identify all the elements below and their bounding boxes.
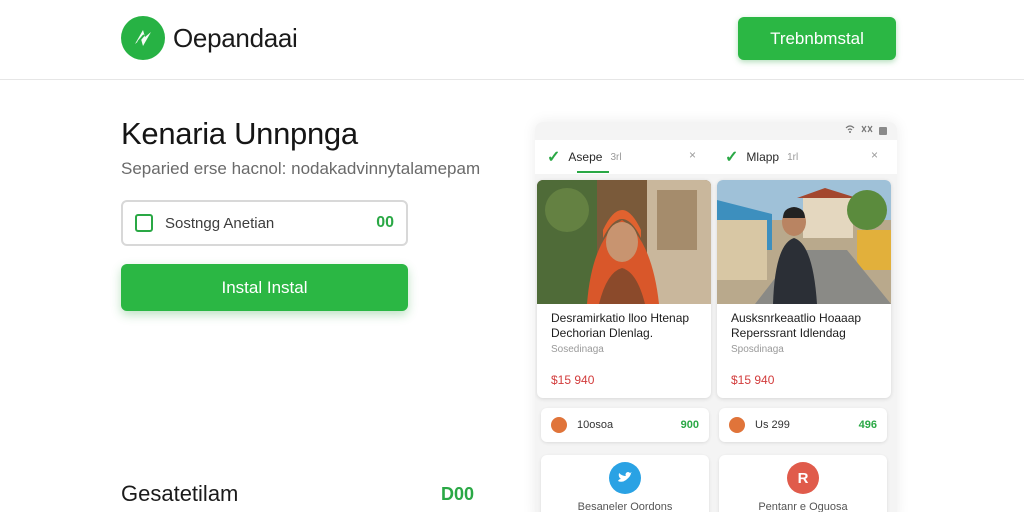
brand-logo[interactable]: Oepandaai xyxy=(121,16,298,60)
listing-title-line: Reperssrant Idlendag xyxy=(731,326,846,340)
listing-title: Ausksnrkeaatlio Hoaaap Reperssrant Idlen… xyxy=(731,311,881,341)
install-button[interactable]: Instal Instal xyxy=(121,264,408,311)
checkbox[interactable] xyxy=(135,214,153,232)
tab-asepe[interactable]: ✓ Asepe 3rl xyxy=(547,140,622,174)
listing-title-line: Dechorian Dlenlag. xyxy=(551,326,654,340)
hero-subtitle: Separied erse hacnol: nodakadvinnytalame… xyxy=(121,159,481,178)
check-icon: ✓ xyxy=(725,149,739,166)
listing-card[interactable]: Ausksnrkeaatlio Hoaaap Reperssrant Idlen… xyxy=(717,180,891,398)
close-icon[interactable]: × xyxy=(689,148,696,162)
phone-preview: ✓ Asepe 3rl × ✓ Mlapp 1rl × Desramirkati… xyxy=(535,122,897,512)
listing-price: $15 940 xyxy=(551,373,595,387)
top-header: Oepandaai Trebnbmstal xyxy=(0,0,1024,80)
tab-suffix: 3rl xyxy=(610,151,622,163)
stats-count: 496 xyxy=(858,419,877,431)
hero-title: Kenaria Unnpnga xyxy=(121,116,358,151)
social-card[interactable]: Besaneler Oordons xyxy=(541,455,709,512)
search-field-count: 00 xyxy=(376,214,394,231)
location-pin-icon xyxy=(551,417,567,433)
tab-label: Asepe xyxy=(568,150,603,164)
check-icon: ✓ xyxy=(547,149,561,166)
listing-title-line: Desramirkatio lloo Htenap xyxy=(551,311,690,325)
search-field-value: Sostngg Anetian xyxy=(165,214,275,232)
listing-photo-man xyxy=(717,180,891,304)
r-badge-icon: R xyxy=(787,462,819,494)
signal-icon xyxy=(861,125,873,136)
listing-meta: Sosedinaga xyxy=(551,344,604,355)
app-name: Oepandaai xyxy=(173,22,298,53)
wifi-icon xyxy=(845,125,855,136)
location-pin-icon xyxy=(729,417,745,433)
listing-card[interactable]: Desramirkatio lloo Htenap Dechorian Dlen… xyxy=(537,180,711,398)
active-tab-indicator xyxy=(577,171,609,173)
section-count: D00 xyxy=(441,484,475,504)
listing-meta: Sposdinaga xyxy=(731,344,784,355)
tab-suffix: 1rl xyxy=(787,151,799,163)
stats-label: 10osoa xyxy=(577,419,614,431)
stats-row[interactable]: 10osoa 900 xyxy=(541,408,709,442)
listing-photo-woman xyxy=(537,180,711,304)
stats-row[interactable]: Us 299 496 xyxy=(719,408,887,442)
bird-icon xyxy=(609,462,641,494)
stats-label: Us 299 xyxy=(755,419,790,431)
listing-title: Desramirkatio lloo Htenap Dechorian Dlen… xyxy=(551,311,701,341)
battery-icon xyxy=(879,126,887,135)
section-title: Gesatetilam xyxy=(121,481,239,506)
tab-bar: ✓ Asepe 3rl × ✓ Mlapp 1rl × xyxy=(535,140,897,174)
social-card-label: Besaneler Oordons xyxy=(577,501,673,512)
logo-icon xyxy=(121,16,165,60)
social-card-label: Pentanr e Oguosa xyxy=(758,501,848,512)
stats-count: 900 xyxy=(680,419,699,431)
social-card[interactable]: R Pentanr e Oguosa xyxy=(719,455,887,512)
listing-title-line: Ausksnrkeaatlio Hoaaap xyxy=(731,311,862,325)
tab-label: Mlapp xyxy=(746,150,780,164)
tab-mlapp[interactable]: ✓ Mlapp 1rl xyxy=(725,140,798,174)
landing-page: Oepandaai Trebnbmstal Kenaria Unnpnga Se… xyxy=(0,0,1024,512)
listing-price: $15 940 xyxy=(731,373,775,387)
search-field[interactable]: Sostngg Anetian 00 xyxy=(121,200,408,246)
header-install-button[interactable]: Trebnbmstal xyxy=(738,17,896,60)
status-bar xyxy=(845,125,887,136)
close-icon[interactable]: × xyxy=(871,148,878,162)
